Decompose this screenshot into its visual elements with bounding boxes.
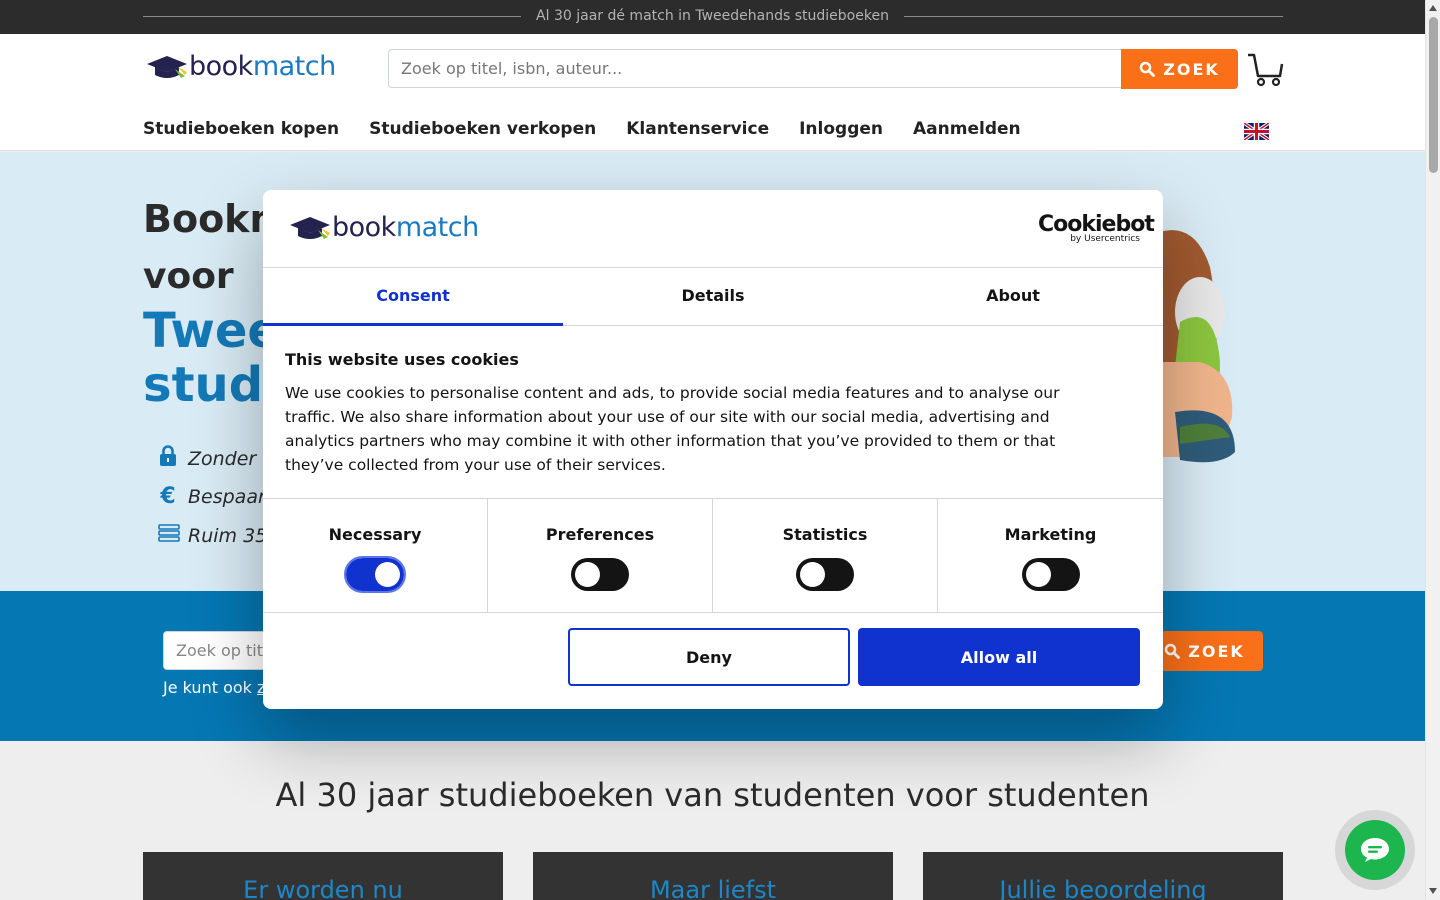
- stat-card-title: Jullie beoordeling: [999, 876, 1207, 900]
- usp-text: Ruim 35: [188, 524, 268, 547]
- header-search-button-label: ZOEK: [1163, 59, 1220, 79]
- hero-title-line-2: voor: [143, 256, 234, 297]
- dialog-logo: bookmatch: [288, 212, 479, 243]
- toggle-label: Statistics: [782, 525, 868, 544]
- logo-text-book: book: [332, 212, 396, 243]
- logo-text-book: book: [189, 51, 253, 82]
- announcement-text: Al 30 jaar dé match in Tweedehands studi…: [522, 8, 903, 24]
- toggle-marketing: Marketing: [938, 499, 1163, 612]
- usp-item: € Bespaar: [158, 484, 266, 509]
- section-title: Al 30 jaar studieboeken van studenten vo…: [275, 776, 1150, 814]
- usp-text: Zonder r: [188, 448, 271, 470]
- scroll-down-arrow-icon[interactable]: [1429, 888, 1437, 894]
- usp-item: Zonder r: [158, 445, 270, 473]
- dialog-tabs: Consent Details About: [263, 268, 1163, 326]
- site-header: bookmatch ZOEK Studieboeken kopen Studie…: [0, 34, 1425, 151]
- band-search-button[interactable]: ZOEK: [1146, 631, 1263, 671]
- stat-card: Maar liefst: [533, 852, 893, 900]
- stat-card-title: Er worden nu: [243, 876, 403, 900]
- toggle-label: Preferences: [545, 525, 655, 544]
- consent-toggles: Necessary Preferences Statistics Marketi…: [263, 498, 1163, 613]
- band-search-button-label: ZOEK: [1188, 641, 1245, 661]
- stat-card-title: Maar liefst: [649, 876, 777, 900]
- scroll-up-arrow-icon[interactable]: [1429, 5, 1437, 11]
- logo-text-match: match: [395, 212, 479, 243]
- announcement-bar: Al 30 jaar dé match in Tweedehands studi…: [0, 0, 1425, 34]
- chat-bubble-icon: [1361, 838, 1389, 862]
- toggle-label: Necessary: [328, 525, 422, 544]
- search-icon: [1139, 61, 1156, 77]
- toggle-necessary: Necessary: [263, 499, 488, 612]
- band-note: Je kunt ook z: [163, 678, 265, 697]
- shopping-cart-icon[interactable]: [1246, 52, 1284, 88]
- scrollbar-thumb[interactable]: [1429, 17, 1438, 173]
- toggle-label: Marketing: [1004, 525, 1097, 544]
- books-icon: [158, 523, 180, 548]
- usp-text: Bespaar: [188, 485, 266, 508]
- header-search-button[interactable]: ZOEK: [1121, 49, 1238, 89]
- deny-button[interactable]: Deny: [568, 628, 850, 686]
- toggle-preferences: Preferences: [488, 499, 713, 612]
- statistics-switch[interactable]: [796, 558, 854, 591]
- nav-studieboeken-verkopen[interactable]: Studieboeken verkopen: [369, 119, 596, 139]
- uk-flag-icon[interactable]: [1244, 123, 1269, 140]
- page-scrollbar[interactable]: [1425, 0, 1440, 900]
- nav-studieboeken-kopen[interactable]: Studieboeken kopen: [143, 119, 339, 139]
- usp-item: Ruim 35: [158, 523, 267, 548]
- tab-details[interactable]: Details: [563, 268, 863, 325]
- logo-text-match: match: [252, 51, 336, 82]
- site-logo[interactable]: bookmatch: [145, 51, 336, 82]
- search-icon: [1164, 643, 1181, 659]
- preferences-switch[interactable]: [571, 558, 629, 591]
- cookie-consent-dialog: bookmatch Cookiebot by Usercentrics Cons…: [263, 190, 1163, 709]
- necessary-switch[interactable]: [344, 556, 406, 593]
- nav-klantenservice[interactable]: Klantenservice: [626, 119, 769, 139]
- cookiebot-logo[interactable]: Cookiebot by Usercentrics: [1038, 212, 1155, 244]
- allow-all-button[interactable]: Allow all: [858, 628, 1140, 686]
- header-search-input[interactable]: [388, 49, 1122, 88]
- graduation-cap-icon: [147, 55, 187, 78]
- tab-consent[interactable]: Consent: [263, 268, 563, 326]
- dialog-body: This website uses cookies We use cookies…: [285, 350, 1105, 477]
- lock-icon: [158, 445, 178, 473]
- dialog-description: We use cookies to personalise content an…: [285, 384, 1060, 474]
- dialog-heading: This website uses cookies: [285, 350, 519, 369]
- chat-widget[interactable]: [1335, 810, 1415, 890]
- nav-inloggen[interactable]: Inloggen: [799, 119, 883, 139]
- stat-card: Jullie beoordeling: [923, 852, 1283, 900]
- euro-icon: €: [160, 484, 176, 509]
- tab-about[interactable]: About: [863, 268, 1163, 325]
- toggle-statistics: Statistics: [713, 499, 938, 612]
- band-note-text: Je kunt ook: [163, 678, 257, 697]
- dialog-header: bookmatch Cookiebot by Usercentrics: [263, 190, 1163, 268]
- marketing-switch[interactable]: [1021, 558, 1080, 591]
- main-nav: Studieboeken kopen Studieboeken verkopen…: [143, 119, 1021, 139]
- chat-button[interactable]: [1345, 820, 1405, 880]
- graduation-cap-icon: [290, 216, 330, 239]
- stat-card: Er worden nu: [143, 852, 503, 900]
- nav-aanmelden[interactable]: Aanmelden: [913, 119, 1021, 139]
